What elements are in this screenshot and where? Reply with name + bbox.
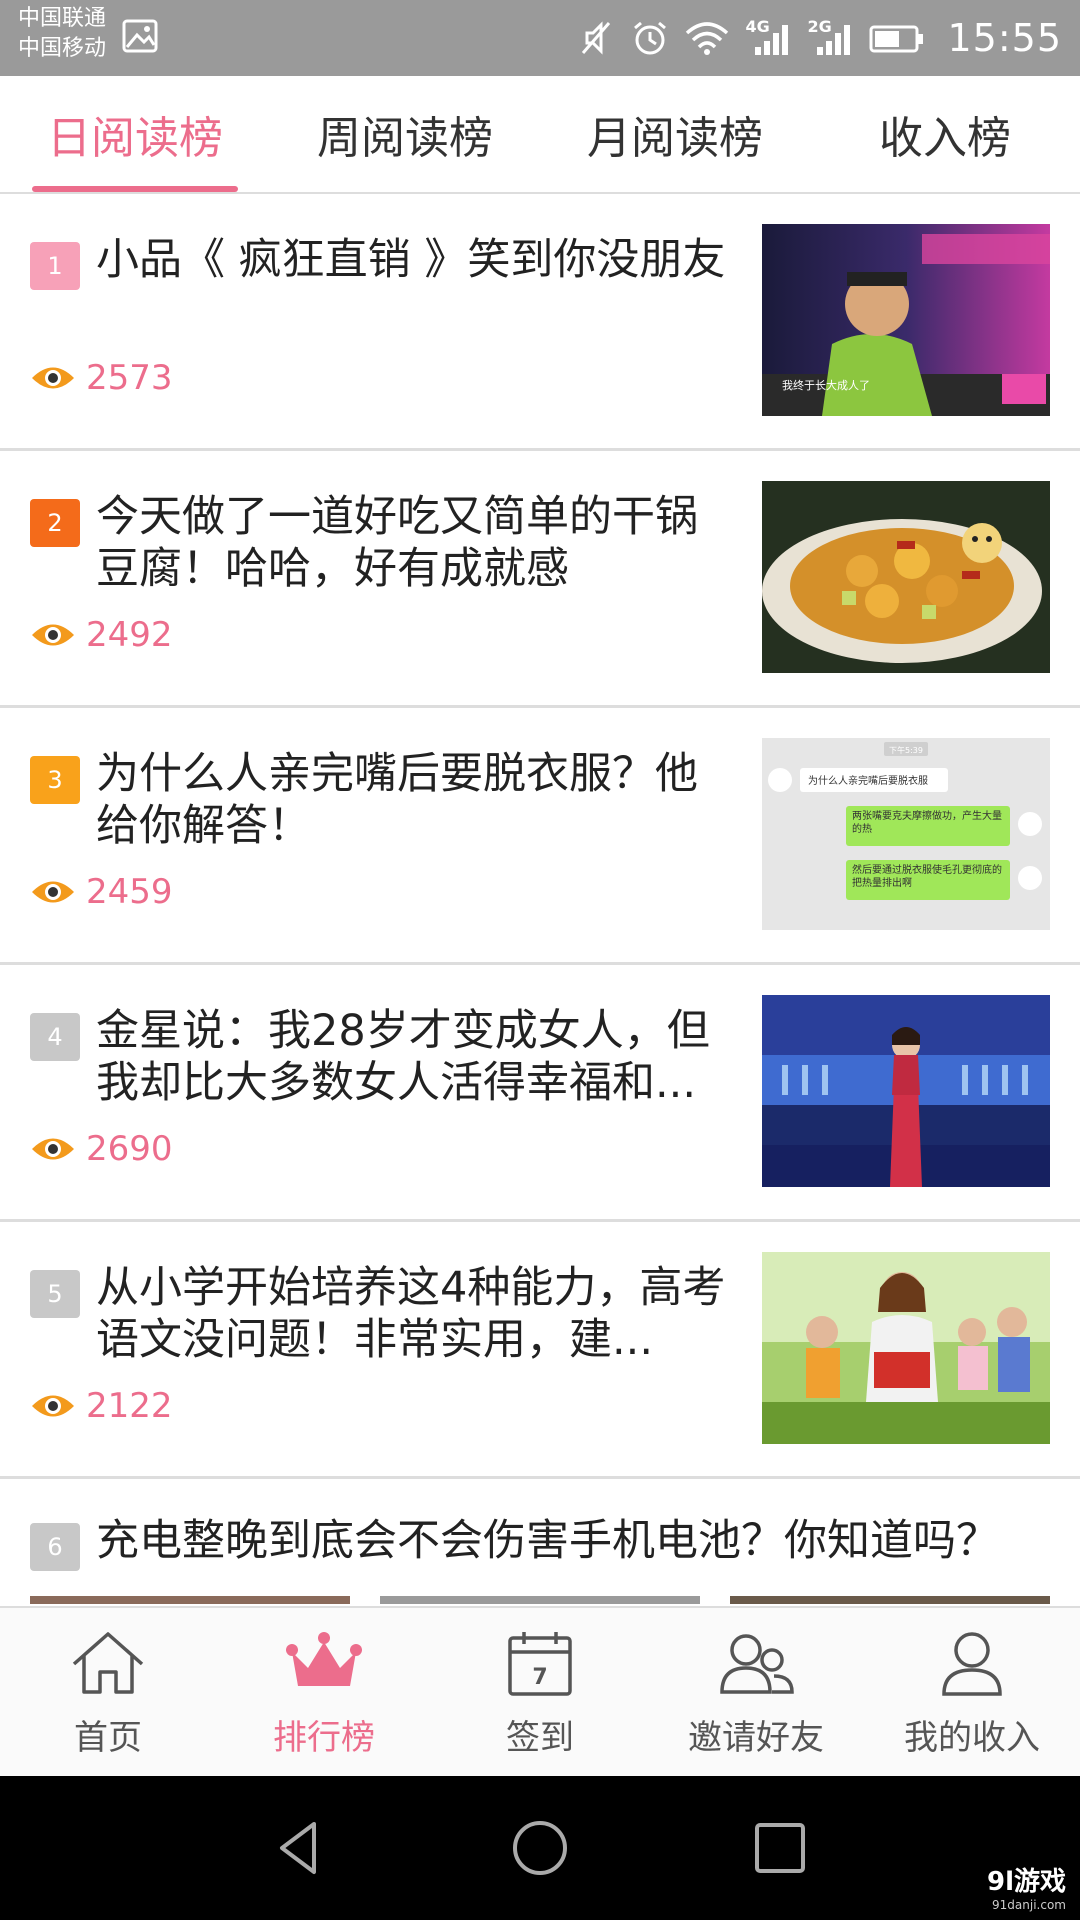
nav-my-income[interactable]: 我的收入	[864, 1608, 1080, 1778]
back-icon[interactable]	[270, 1818, 330, 1878]
nav-invite-friends[interactable]: 邀请好友	[648, 1608, 864, 1778]
thumbnail-peek	[730, 1596, 1050, 1604]
list-item[interactable]: 4 金星说：我28岁才变成女人，但我却比大多数女人活得幸福和... 2690	[0, 965, 1080, 1222]
user-icon	[942, 1631, 1002, 1696]
list-item[interactable]: 2 今天做了一道好吃又简单的干锅豆腐！哈哈，好有成就感 2492	[0, 451, 1080, 708]
view-count: 2573	[30, 358, 173, 398]
rank-badge: 4	[30, 1013, 80, 1061]
crown-icon	[286, 1631, 362, 1686]
home-button-icon[interactable]	[510, 1818, 570, 1878]
signal-4g: 4G	[745, 17, 791, 57]
image-notification-icon	[122, 19, 158, 53]
chat-message: 两张嘴要克夫摩擦做功，产生大量的热	[852, 811, 1002, 835]
nav-label: 排行榜	[273, 1717, 375, 1758]
rank-badge: 5	[30, 1270, 80, 1318]
article-title[interactable]: 小品《 疯狂直销 》笑到你没朋友	[96, 234, 736, 286]
view-count: 2459	[30, 872, 173, 912]
article-title[interactable]: 从小学开始培养这4种能力，高考语文没问题！非常实用，建...	[96, 1262, 736, 1366]
battery-icon	[869, 25, 924, 53]
eye-icon	[32, 624, 74, 646]
home-icon	[72, 1631, 144, 1694]
nav-label: 邀请好友	[688, 1717, 824, 1758]
friends-icon	[720, 1633, 794, 1694]
mute-icon	[582, 21, 611, 55]
bottom-navigation: 首页 排行榜 7 签到 邀请好友 我的收入	[0, 1606, 1080, 1778]
carrier-2: 中国移动	[18, 36, 107, 61]
watermark: 9l游戏 91danji.com	[986, 1867, 1066, 1912]
carrier-1: 中国联通	[18, 6, 107, 31]
nav-label: 签到	[506, 1717, 574, 1758]
thumbnail-comedy-sketch[interactable]: 我终于长大成人了	[762, 224, 1050, 416]
rank-badge: 6	[30, 1523, 80, 1571]
article-title[interactable]: 充电整晚到底会不会伤害手机电池？你知道吗？	[96, 1515, 1076, 1567]
nav-home[interactable]: 首页	[0, 1608, 216, 1778]
thumbnail-caption: 我终于长大成人了	[782, 378, 870, 392]
tab-daily[interactable]: 日阅读榜	[0, 76, 270, 192]
tab-monthly[interactable]: 月阅读榜	[540, 76, 810, 192]
alarm-icon	[634, 21, 667, 55]
chat-message: 为什么人亲完嘴后要脱衣服	[808, 774, 928, 787]
nav-label: 我的收入	[904, 1717, 1040, 1758]
ranking-list: 1 小品《 疯狂直销 》笑到你没朋友 2573 我终于长大成人了 2 今天做了一…	[0, 194, 1080, 1619]
eye-icon	[32, 881, 74, 903]
nav-label: 首页	[74, 1717, 142, 1758]
view-count: 2492	[30, 615, 173, 655]
rank-badge: 1	[30, 242, 80, 290]
eye-icon	[32, 1395, 74, 1417]
wifi-icon	[686, 22, 729, 55]
eye-icon	[32, 367, 74, 389]
article-title[interactable]: 为什么人亲完嘴后要脱衣服？他给你解答！	[96, 748, 736, 852]
list-item[interactable]: 3 为什么人亲完嘴后要脱衣服？他给你解答！ 2459 下午5:39 为什么人亲完…	[0, 708, 1080, 965]
thumbnail-family-reading[interactable]	[762, 1252, 1050, 1444]
thumbnail-stage-performer[interactable]	[762, 995, 1050, 1187]
thumbnail-peek	[380, 1596, 700, 1604]
list-item[interactable]: 5 从小学开始培养这4种能力，高考语文没问题！非常实用，建... 2122	[0, 1222, 1080, 1479]
chat-message: 然后要通过脱衣服使毛孔更彻底的把热量排出啊	[852, 865, 1002, 889]
thumbnail-dry-pot-tofu[interactable]	[762, 481, 1050, 673]
clock: 15:55	[947, 16, 1062, 60]
article-title[interactable]: 今天做了一道好吃又简单的干锅豆腐！哈哈，好有成就感	[96, 491, 736, 595]
status-bar: 中国联通 中国移动 4G 2G 15:55	[0, 0, 1080, 76]
rank-badge: 3	[30, 756, 80, 804]
calendar-day: 7	[532, 1665, 547, 1690]
chat-time: 下午5:39	[889, 745, 923, 755]
thumbnail-peek	[30, 1596, 350, 1604]
rank-badge: 2	[30, 499, 80, 547]
thumbnail-chat-screenshot[interactable]: 下午5:39 为什么人亲完嘴后要脱衣服 两张嘴要克夫摩擦做功，产生大量的热 然后…	[762, 738, 1050, 930]
signal-2g: 2G	[807, 17, 853, 57]
nav-checkin[interactable]: 7 签到	[432, 1608, 648, 1778]
system-navigation-bar: 9l游戏 91danji.com	[0, 1776, 1080, 1920]
list-item[interactable]: 1 小品《 疯狂直销 》笑到你没朋友 2573 我终于长大成人了	[0, 194, 1080, 451]
view-count: 2690	[30, 1129, 173, 1169]
view-count: 2122	[30, 1386, 173, 1426]
eye-icon	[32, 1138, 74, 1160]
recents-icon[interactable]	[750, 1818, 810, 1878]
tab-income[interactable]: 收入榜	[810, 76, 1080, 192]
ranking-tabs: 日阅读榜 周阅读榜 月阅读榜 收入榜	[0, 76, 1080, 194]
tab-weekly[interactable]: 周阅读榜	[270, 76, 540, 192]
calendar-icon: 7	[508, 1631, 572, 1696]
article-title[interactable]: 金星说：我28岁才变成女人，但我却比大多数女人活得幸福和...	[96, 1005, 736, 1109]
carrier-info: 中国联通 中国移动	[18, 4, 106, 64]
nav-ranking[interactable]: 排行榜	[216, 1608, 432, 1778]
